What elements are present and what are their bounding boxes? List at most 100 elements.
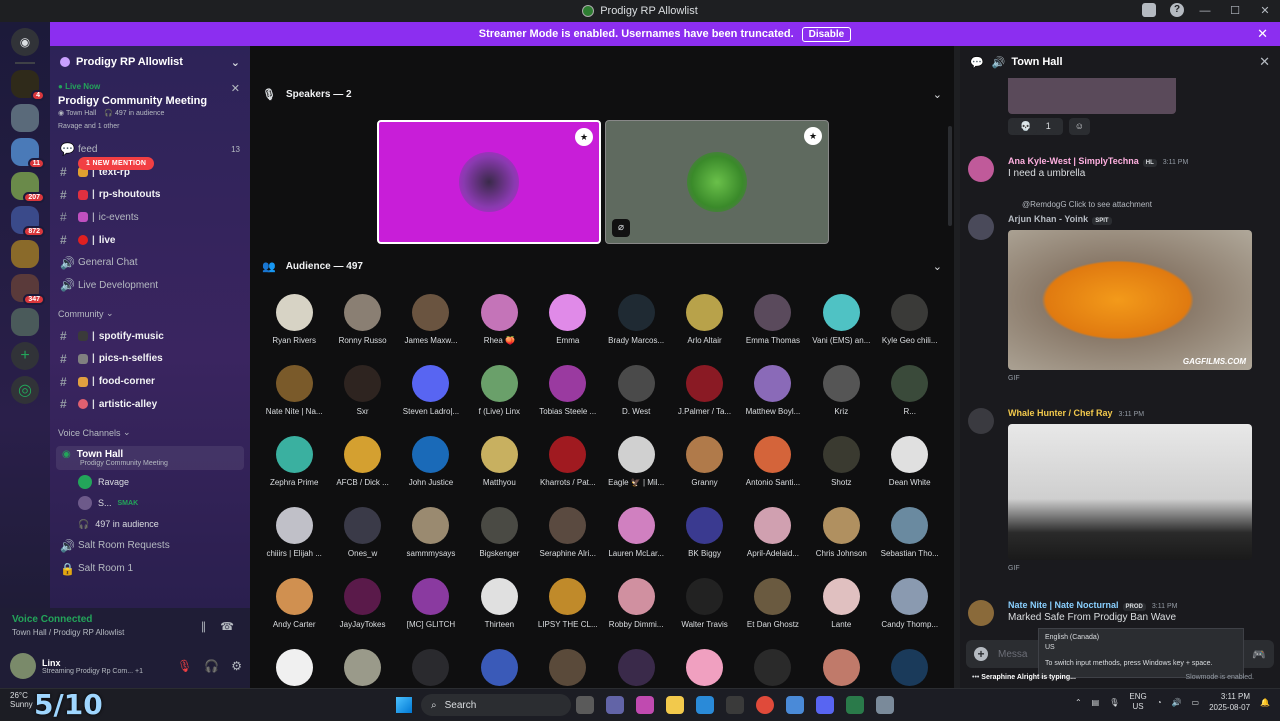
audience-member[interactable]: Kyle Geo chili...	[876, 294, 944, 345]
audience-member[interactable]: Rhea 🍑	[465, 294, 533, 345]
voice-channel-town-hall[interactable]: ◉ Town Hall Prodigy Community Meeting	[56, 445, 244, 470]
audience-member[interactable]: D. West	[602, 365, 670, 416]
server-folder-icon[interactable]: 872	[11, 206, 45, 237]
message-input[interactable]: Messa	[998, 649, 1027, 660]
avatar[interactable]	[968, 600, 994, 626]
voice-user[interactable]: S... SMAK	[50, 493, 250, 514]
speaker-tile[interactable]: ★ ⌀	[605, 120, 829, 244]
channel-salt-room-1[interactable]: 🔒 Salt Room 1	[50, 557, 250, 580]
channel-pics-n-selfies[interactable]: # | pics-n-selfies	[50, 348, 250, 371]
close-icon[interactable]: ✕	[1259, 54, 1270, 70]
audience-member[interactable]: chiiirs | Elijah ...	[260, 507, 328, 558]
gear-icon[interactable]: ⚙	[231, 659, 242, 673]
category-community[interactable]: Community ⌄	[50, 303, 250, 325]
channel-live[interactable]: # | live	[50, 229, 250, 252]
audience-member[interactable]: Shotz	[807, 436, 875, 487]
audience-member[interactable]: AFCB / Dick ...	[328, 436, 396, 487]
teams-icon[interactable]	[606, 696, 624, 714]
voice-user[interactable]: Ravage	[50, 472, 250, 493]
message-author[interactable]: Whale Hunter / Chef Ray 3:11 PM	[1008, 408, 1144, 418]
audience-member[interactable]: Candy Thomp...	[876, 578, 944, 629]
audience-member[interactable]: [MC] GLITCH	[397, 578, 465, 629]
maximize-button[interactable]: ☐	[1220, 0, 1250, 22]
audience-member[interactable]: Eagle 🦅 | Mil...	[602, 436, 670, 487]
image-attachment[interactable]	[1008, 78, 1176, 114]
inbox-icon[interactable]	[1142, 3, 1156, 17]
server-folder-icon[interactable]: 347	[11, 274, 45, 305]
headphones-icon[interactable]: 🎧	[204, 659, 219, 673]
audience-member[interactable]: J.Palmer / Ta...	[670, 365, 738, 416]
close-banner-icon[interactable]: ✕	[1257, 26, 1268, 42]
audience-member[interactable]: Steven Ladro|...	[397, 365, 465, 416]
app-icon[interactable]	[786, 696, 804, 714]
settings-icon[interactable]	[876, 696, 894, 714]
volume-icon[interactable]: 🔊	[1172, 698, 1182, 707]
gif-attachment[interactable]	[1008, 424, 1252, 560]
audience-member[interactable]: Sebastian Tho...	[876, 507, 944, 558]
audience-member[interactable]: Zephra Prime	[260, 436, 328, 487]
server-folder-icon[interactable]	[11, 240, 39, 268]
channel-salt-room-requests[interactable]: 🔊 Salt Room Requests	[50, 535, 250, 558]
audience-member[interactable]: Ryan Rivers	[260, 294, 328, 345]
mic-muted-icon[interactable]: 🎙	[177, 659, 192, 673]
audience-member[interactable]: Robby Dimmi...	[602, 578, 670, 629]
audience-member[interactable]: JayJayTokes	[328, 578, 396, 629]
audience-member[interactable]: Emma Thomas	[739, 294, 807, 345]
file-explorer-icon[interactable]	[666, 696, 684, 714]
discord-icon[interactable]	[816, 696, 834, 714]
scrollbar[interactable]	[948, 126, 952, 226]
audience-member[interactable]: Emma	[534, 294, 602, 345]
avatar[interactable]	[968, 156, 994, 182]
copilot-icon[interactable]	[636, 696, 654, 714]
taskbar-search[interactable]: ⌕ Search	[421, 694, 571, 716]
audience-member[interactable]: R...	[876, 365, 944, 416]
channel-artistic-alley[interactable]: # | artistic-alley	[50, 393, 250, 416]
new-mention-pill[interactable]: 1 NEW MENTION	[78, 157, 155, 170]
audience-member[interactable]: Matthyou	[465, 436, 533, 487]
audience-member[interactable]: James Maxw...	[397, 294, 465, 345]
noise-suppression-icon[interactable]: ∥	[201, 620, 207, 633]
add-reaction-button[interactable]: ☺	[1068, 118, 1090, 135]
audience-member[interactable]: Seraphine Alri...	[534, 507, 602, 558]
audience-member[interactable]: Walter Travis	[670, 578, 738, 629]
input-language[interactable]: ENG US	[1129, 692, 1146, 712]
category-voice-channels[interactable]: Voice Channels ⌄	[50, 422, 250, 444]
audience-member[interactable]: Andy Carter	[260, 578, 328, 629]
audience-member[interactable]: Chris Johnson	[807, 507, 875, 558]
task-view-icon[interactable]	[576, 696, 594, 714]
audience-member[interactable]: Ones_w	[328, 507, 396, 558]
weather-widget[interactable]: 26°C Sunny	[10, 691, 33, 709]
audience-member[interactable]: Kharrots / Pat...	[534, 436, 602, 487]
audience-member[interactable]: Brady Marcos...	[602, 294, 670, 345]
audience-member[interactable]: Dean White	[876, 436, 944, 487]
network-icon[interactable]: ◔	[1157, 698, 1162, 707]
message-author[interactable]: Arjun Khan - Yoink SPIT	[1008, 214, 1112, 225]
reaction-skull[interactable]: 💀 1	[1008, 118, 1063, 135]
server-folder-icon[interactable]: 207	[11, 172, 45, 203]
attach-plus-icon[interactable]: +	[974, 647, 988, 661]
channel-rp-shoutouts[interactable]: # | rp-shoutouts	[50, 183, 250, 206]
audience-member[interactable]: LIPSY THE CL...	[534, 578, 602, 629]
minimize-button[interactable]: —	[1190, 0, 1220, 22]
notification-icon[interactable]: 🔔	[1260, 698, 1270, 707]
disable-streamer-mode-button[interactable]: Disable	[801, 26, 852, 42]
reply-reference[interactable]: @RemdogG Click to see attachment	[1022, 200, 1152, 209]
audience-member[interactable]: Et Dan Ghostz	[739, 578, 807, 629]
speaker-tile[interactable]: ★	[377, 120, 601, 244]
audience-member[interactable]: Lauren McLar...	[602, 507, 670, 558]
chrome-icon[interactable]	[756, 696, 774, 714]
channel-ic-events[interactable]: # | ic-events	[50, 206, 250, 229]
chevron-down-icon[interactable]: ⌄	[933, 260, 942, 273]
audience-member[interactable]: Sxr	[328, 365, 396, 416]
avatar[interactable]	[968, 214, 994, 240]
audience-member[interactable]: Nate Nite | Na...	[260, 365, 328, 416]
message-author[interactable]: Nate Nite | Nate Nocturnal PROD 3:11 PM	[1008, 600, 1177, 611]
explore-servers-icon[interactable]: ◎	[11, 376, 39, 404]
add-server-icon[interactable]: +	[11, 342, 39, 370]
app-tray-icon[interactable]: ▤	[1092, 698, 1100, 707]
audience-member[interactable]: Bigskenger	[465, 507, 533, 558]
gamepad-icon[interactable]: 🎮	[1252, 648, 1266, 661]
audience-member[interactable]: Lante	[807, 578, 875, 629]
audience-member[interactable]: Matthew Boyl...	[739, 365, 807, 416]
server-folder-icon[interactable]: 11	[11, 138, 45, 169]
